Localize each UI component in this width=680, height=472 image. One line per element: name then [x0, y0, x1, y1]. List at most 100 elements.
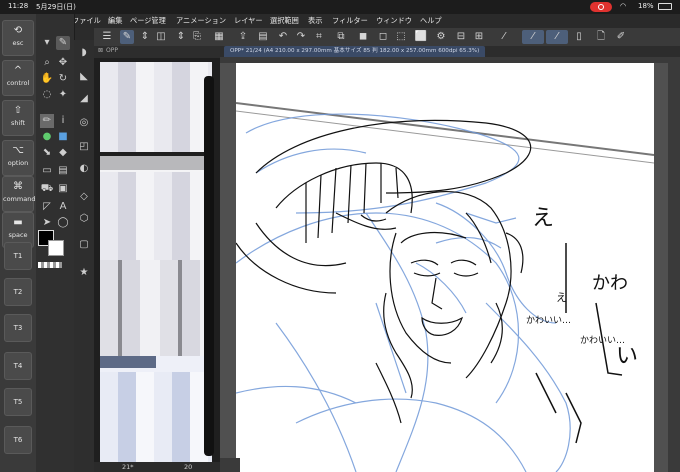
menu-animation[interactable]: アニメーション: [176, 16, 226, 26]
manga-text-kawa: かわ: [592, 273, 628, 294]
transparent-color-icon[interactable]: [38, 262, 62, 268]
menu-file[interactable]: ファイル: [72, 16, 101, 26]
gradient-icon[interactable]: ▤: [56, 164, 70, 178]
chevron-updown-icon[interactable]: ⇕: [174, 30, 188, 44]
paint-bucket-icon[interactable]: ⛟: [40, 182, 54, 196]
stroke-b-icon[interactable]: ⁄: [522, 30, 544, 44]
ruler-icon[interactable]: ◸: [40, 200, 54, 214]
page-thumbnail-2[interactable]: [100, 156, 212, 276]
hand-icon[interactable]: ✋: [40, 72, 54, 86]
magic-wand-icon[interactable]: ✦: [56, 88, 70, 102]
dropdown-icon[interactable]: ▾: [40, 36, 54, 50]
settings-icon[interactable]: ⚙: [434, 30, 448, 44]
star-icon[interactable]: ★: [77, 266, 91, 280]
clear-icon[interactable]: ◻: [376, 30, 390, 44]
undo-icon[interactable]: ↶: [276, 30, 290, 44]
menu-layer[interactable]: レイヤー: [234, 16, 263, 26]
layers-icon[interactable]: ◫: [154, 30, 168, 44]
control-key[interactable]: ^ control: [2, 60, 34, 96]
device-icon[interactable]: ▯: [572, 30, 586, 44]
page-thumbnail-current[interactable]: [100, 356, 212, 466]
stroke-a-icon[interactable]: ⁄: [492, 30, 516, 44]
rotate-icon[interactable]: ↻: [56, 72, 70, 86]
t6-key[interactable]: T6: [4, 426, 32, 454]
material-icon[interactable]: ◇: [77, 190, 91, 204]
menu-filter[interactable]: フィルター: [332, 16, 368, 26]
file-icon[interactable]: 🗋: [594, 30, 608, 44]
canvas-tab[interactable]: OPP* 21/24 (A4 210.00 x 297.00mm 基本サイズ 8…: [224, 46, 486, 57]
t4-key[interactable]: T4: [4, 352, 32, 380]
t1-key[interactable]: T1: [4, 242, 32, 270]
stroke-c-icon[interactable]: ⁄: [546, 30, 568, 44]
brush-icon[interactable]: ●: [40, 130, 54, 144]
navigator-icon[interactable]: ◎: [77, 116, 91, 130]
canvas-page[interactable]: え かわ え かわいい… かわいい… い: [236, 63, 654, 472]
sub-color-swatch[interactable]: [48, 240, 64, 256]
tool-palette: ▾ ✎ ⌕ ✥ ✋ ↻ ◌ ✦ ✏ ⅰ ● ■ ⬊ ◆ ▭ ▤ ⛟ ▣ ◸ A …: [36, 14, 75, 472]
thumbnail-band: [100, 156, 212, 170]
blend-icon[interactable]: ⬊: [40, 146, 54, 160]
shift-key[interactable]: ⇧ shift: [2, 100, 34, 136]
menu-edit[interactable]: 編集: [108, 16, 122, 26]
page-scrollbar[interactable]: [204, 76, 214, 456]
option-key[interactable]: ⌥ option: [2, 140, 34, 176]
pen-tool-icon[interactable]: ✎: [120, 30, 134, 44]
zoom-icon[interactable]: ⌕: [40, 56, 54, 70]
pen-icon[interactable]: ✎: [56, 36, 70, 50]
screen-record-icon[interactable]: [590, 2, 612, 12]
transform-icon[interactable]: ⧉: [334, 30, 348, 44]
redo-icon[interactable]: ↷: [294, 30, 308, 44]
horizontal-scrollbar[interactable]: [220, 458, 240, 472]
copy-icon[interactable]: ⎘: [190, 30, 204, 44]
brush-settings-icon[interactable]: ◣: [77, 70, 91, 84]
edit-icon[interactable]: ✐: [614, 30, 628, 44]
eraser-icon[interactable]: ◆: [56, 146, 70, 160]
object-select-icon[interactable]: ➤: [40, 216, 54, 230]
menu-help[interactable]: ヘルプ: [420, 16, 442, 26]
shape-icon[interactable]: ▣: [56, 182, 70, 196]
layer-icon[interactable]: ◰: [77, 140, 91, 154]
color-wheel-icon[interactable]: ◐: [77, 162, 91, 176]
text-icon[interactable]: A: [56, 200, 70, 214]
esc-key[interactable]: ⟲ esc: [2, 20, 34, 56]
option-key-icon: ⌥: [12, 145, 24, 156]
doc-icon[interactable]: ▤: [256, 30, 270, 44]
export-icon[interactable]: ⇪: [236, 30, 250, 44]
status-date: 5月29日(日): [36, 3, 76, 11]
chevron-updown-icon[interactable]: ⇕: [138, 30, 152, 44]
command-key[interactable]: ⌘ command: [2, 176, 35, 212]
reference-icon[interactable]: ⊞: [472, 30, 486, 44]
balloon-icon[interactable]: ◯: [56, 216, 70, 230]
invert-icon[interactable]: ⬚: [394, 30, 408, 44]
3d-icon[interactable]: ⬡: [77, 212, 91, 226]
fill-icon[interactable]: ▭: [40, 164, 54, 178]
menu-icon[interactable]: ☰: [100, 30, 114, 44]
menu-page[interactable]: ページ管理: [130, 16, 166, 26]
menu-view[interactable]: 表示: [308, 16, 322, 26]
page-manager-panel: ⊠ OPP 21* 20: [94, 46, 220, 472]
decoration-icon[interactable]: ◢: [77, 92, 91, 106]
deselect-icon[interactable]: ⬜: [414, 30, 428, 44]
move-icon[interactable]: ✥: [56, 56, 70, 70]
fill-selection-icon[interactable]: ◼: [356, 30, 370, 44]
lasso-icon[interactable]: ◌: [40, 88, 54, 102]
eyedropper-icon[interactable]: ⅰ: [56, 114, 70, 128]
sketch-artwork: え かわ え かわいい… かわいい… い: [236, 102, 654, 472]
vertical-scrollbar[interactable]: [668, 63, 680, 472]
crop-icon[interactable]: ⌗: [312, 30, 326, 44]
t5-key[interactable]: T5: [4, 388, 32, 416]
page-thumbnail-1[interactable]: [100, 62, 212, 152]
shift-key-label: shift: [10, 119, 26, 127]
menu-selection[interactable]: 選択範囲: [270, 16, 299, 26]
t3-key[interactable]: T3: [4, 314, 32, 342]
grid-icon[interactable]: ▦: [212, 30, 226, 44]
page-number-left: 21*: [122, 463, 134, 471]
menu-bar: ⚲ ファイル 編集 ページ管理 アニメーション レイヤー 選択範囲 表示 フィル…: [36, 14, 680, 28]
airbrush-icon[interactable]: ■: [56, 130, 70, 144]
t2-key[interactable]: T2: [4, 278, 32, 306]
lock-icon[interactable]: ⊟: [454, 30, 468, 44]
pencil-icon[interactable]: ✏: [40, 114, 54, 128]
ink-icon[interactable]: ◗: [77, 46, 91, 60]
frame-icon[interactable]: ▢: [77, 238, 91, 252]
menu-window[interactable]: ウィンドウ: [376, 16, 412, 26]
